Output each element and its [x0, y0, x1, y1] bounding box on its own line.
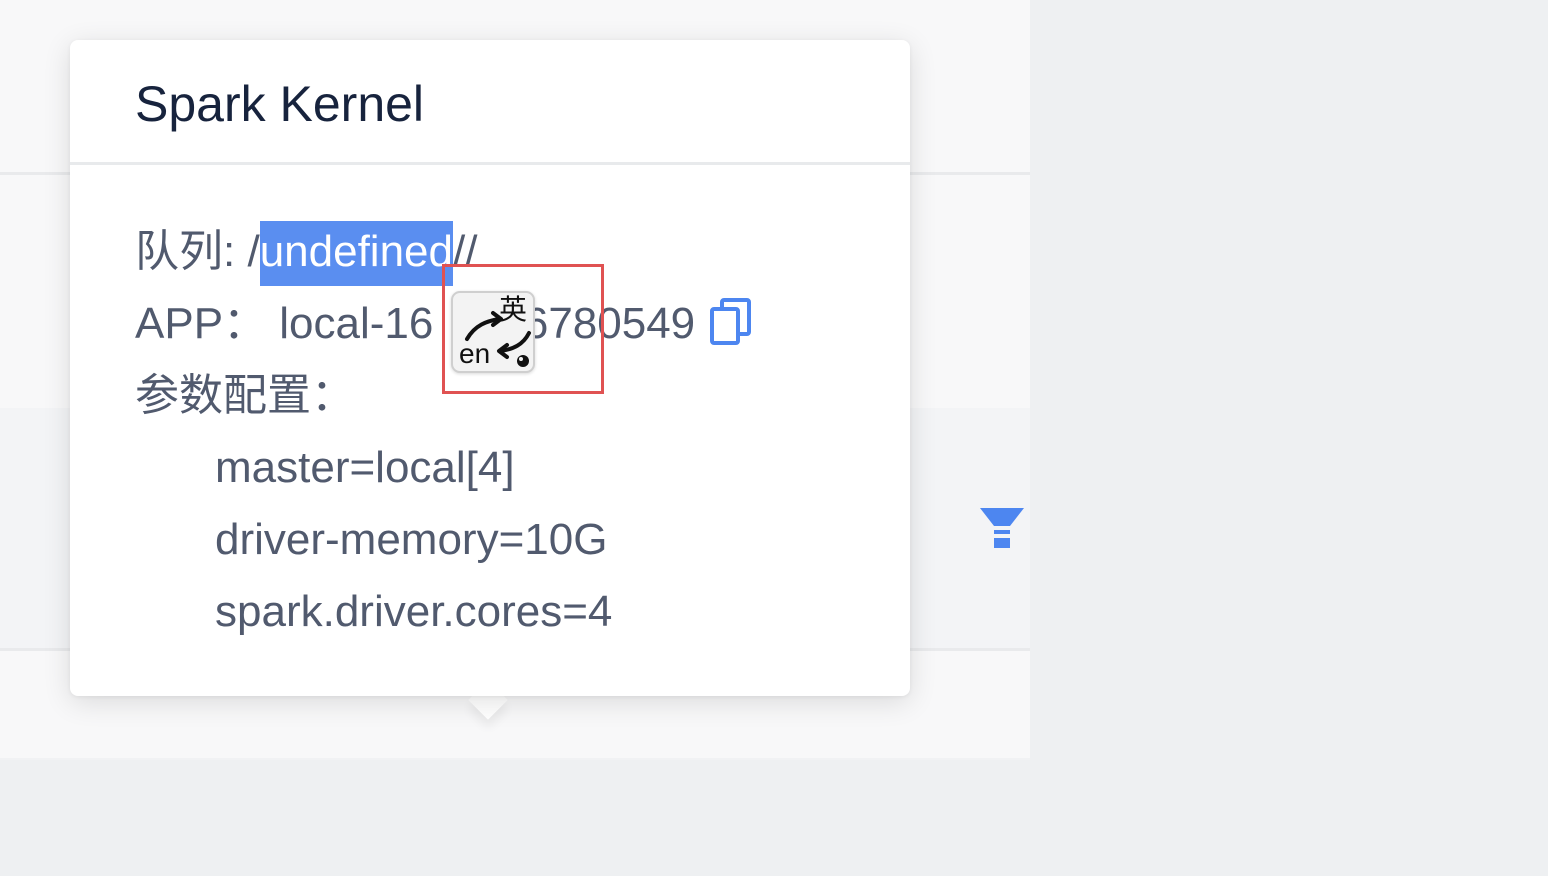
popover-title: Spark Kernel: [135, 76, 425, 132]
param-item: master=local[4]: [215, 443, 515, 492]
highlight-box: [442, 264, 604, 394]
filter-icon[interactable]: [980, 508, 1024, 550]
app-label: APP：: [135, 299, 268, 348]
queue-selected-text[interactable]: undefined: [259, 221, 453, 286]
param-item: driver-memory=10G: [215, 515, 608, 564]
app-value[interactable]: local-16: [279, 299, 433, 348]
queue-label: 队列: /: [135, 227, 260, 276]
param-item: spark.driver.cores=4: [215, 587, 613, 636]
background-divider: [0, 758, 1030, 760]
queue-row: 队列: /undefined//: [135, 221, 477, 286]
screen: Spark Kernel 队列: /undefined// APP： local…: [0, 0, 1548, 876]
popover-divider: [70, 162, 910, 165]
params-label: 参数配置：: [135, 371, 355, 420]
copy-icon[interactable]: [709, 298, 752, 346]
